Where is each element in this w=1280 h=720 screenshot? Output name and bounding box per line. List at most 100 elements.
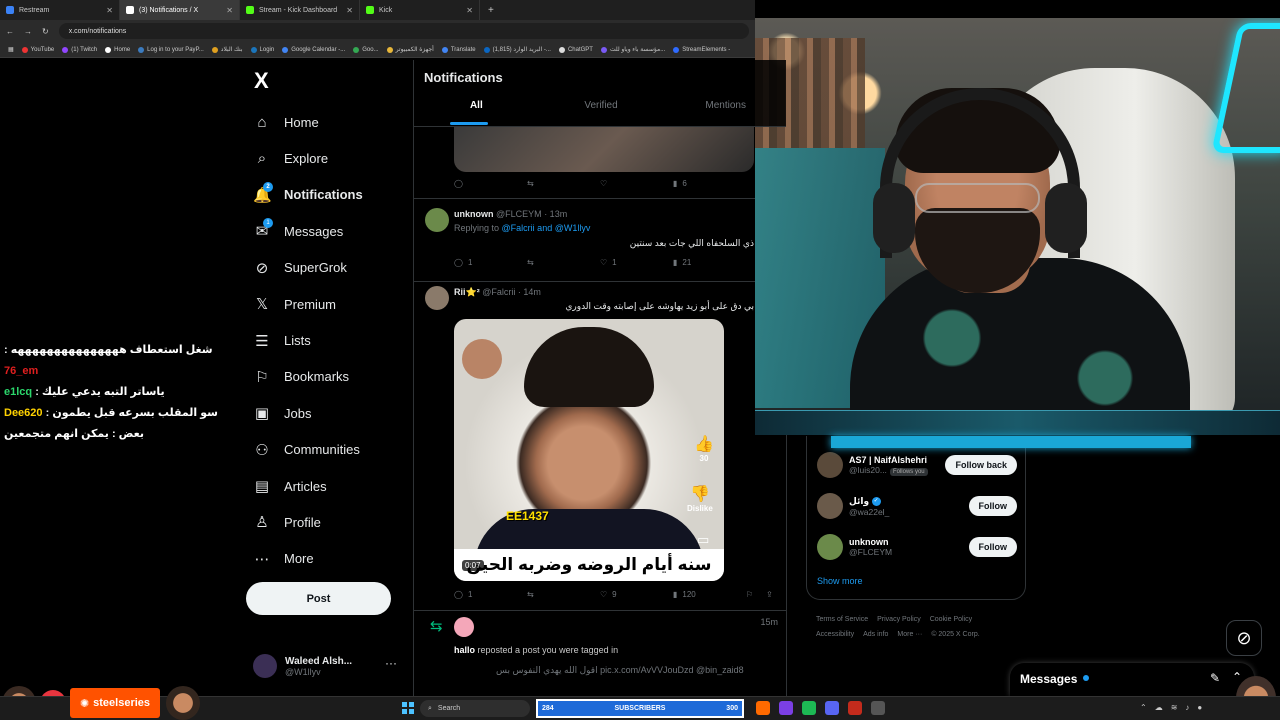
org-icon: [600, 46, 607, 53]
taskbar-search[interactable]: ⌕ Search: [420, 700, 530, 717]
browser-tab[interactable]: Restream ✕: [0, 0, 120, 20]
more-icon[interactable]: ···: [385, 656, 397, 670]
wifi-icon[interactable]: ≋: [1171, 703, 1178, 712]
follow-suggestion[interactable]: وائل ✓ @wa22el_ Follow: [817, 493, 1017, 519]
bookmark[interactable]: Goo...: [353, 46, 379, 53]
back-icon[interactable]: ←: [6, 27, 14, 36]
post-media[interactable]: [454, 127, 754, 172]
reload-icon[interactable]: ↻: [42, 27, 49, 36]
like-icon[interactable]: ♡ 9: [600, 590, 673, 599]
video-player[interactable]: EE1437 👍 30 👎 Dislike ▭ سنه أيام الروضه وض…: [454, 319, 724, 581]
repost-icon[interactable]: ⇆: [527, 179, 600, 188]
avatar[interactable]: [454, 617, 474, 637]
tab-all[interactable]: All: [414, 100, 539, 111]
follow-suggestion[interactable]: AS7 | NaifAlshehri @luis20... Follows you…: [817, 452, 1017, 478]
nav-profile[interactable]: ♙ Profile: [253, 504, 363, 540]
repost-icon[interactable]: ⇆: [527, 258, 600, 267]
close-icon[interactable]: ✕: [346, 6, 353, 15]
messages-drawer[interactable]: Messages ✎ ⌃: [1010, 663, 1254, 696]
x-logo-icon[interactable]: X: [254, 68, 269, 94]
bookmark[interactable]: بنك البلاد: [211, 46, 243, 53]
bookmark[interactable]: Login: [250, 46, 274, 53]
url-input[interactable]: x.com/notifications: [58, 23, 749, 39]
bookmark[interactable]: YouTube: [21, 46, 54, 53]
nav-lists[interactable]: ☰ Lists: [253, 322, 363, 358]
views-icon[interactable]: ▮ 6: [673, 179, 746, 188]
avatar[interactable]: [817, 493, 843, 519]
compose-message-icon[interactable]: ✎: [1210, 671, 1220, 685]
bookmark[interactable]: Google Calendar -...: [282, 46, 345, 53]
account-switcher[interactable]: Waleed Alsh... @W1llyv ···: [253, 654, 397, 678]
follow-button[interactable]: Follow: [968, 537, 1017, 557]
tab-mentions[interactable]: Mentions: [663, 100, 786, 111]
like-icon[interactable]: ♡: [600, 179, 673, 188]
nav-more[interactable]: ⋯ More: [253, 541, 363, 577]
close-icon[interactable]: ✕: [226, 6, 233, 15]
nav-articles[interactable]: ▤ Articles: [253, 468, 363, 504]
browser-tab[interactable]: Kick ✕: [360, 0, 480, 20]
avatar[interactable]: [425, 208, 449, 232]
headset: [1045, 183, 1087, 253]
browser-tab-active[interactable]: (3) Notifications / X ✕: [120, 0, 240, 20]
bookmark[interactable]: ChatGPT: [558, 46, 593, 53]
follow-suggestion[interactable]: unknown @FLCEYM Follow: [817, 534, 1017, 560]
nav-messages[interactable]: ✉ 1 Messages: [253, 213, 363, 249]
nav-bookmarks[interactable]: ⚐ Bookmarks: [253, 359, 363, 395]
avatar[interactable]: [817, 452, 843, 478]
app-icon[interactable]: [756, 701, 770, 715]
show-more-link[interactable]: Show more: [817, 576, 863, 586]
bookmark-icon: ⚐: [255, 368, 269, 386]
views-icon[interactable]: ▮ 21: [673, 258, 746, 267]
bookmark[interactable]: Translate: [441, 46, 476, 53]
reply-icon[interactable]: ◯: [454, 179, 527, 188]
chat-line: Dee620 : سو المقلب بسرعه قبل يطمون بعض :…: [4, 407, 218, 440]
bookmark[interactable]: StreamElements -: [673, 46, 730, 53]
views-icon[interactable]: ▮ 120: [673, 590, 746, 599]
chevron-up-icon[interactable]: ⌃: [1140, 703, 1147, 712]
tab-verified[interactable]: Verified: [539, 100, 664, 111]
app-icon[interactable]: [871, 701, 885, 715]
bookmark[interactable]: مؤسسة باء وياو للت...: [600, 46, 665, 53]
new-tab-icon[interactable]: +: [480, 5, 502, 16]
avatar[interactable]: [425, 286, 449, 310]
browser-tab-bar: Restream ✕ (3) Notifications / X ✕ Stream …: [0, 0, 755, 20]
nav-notifications[interactable]: 🔔 2 Notifications: [253, 177, 363, 213]
bookmark[interactable]: (1) Twitch: [62, 46, 97, 53]
nav-communities[interactable]: ⚇ Communities: [253, 432, 363, 468]
app-icon[interactable]: [848, 701, 862, 715]
bookmark-icon[interactable]: ⚐: [746, 590, 766, 599]
share-icon[interactable]: ⇪: [766, 590, 786, 599]
close-icon[interactable]: ✕: [466, 6, 473, 15]
mic-icon[interactable]: ●: [1197, 703, 1202, 712]
browser-tab[interactable]: Stream - Kick Dashboard ✕: [240, 0, 360, 20]
nav-explore[interactable]: ⌕ Explore: [253, 140, 363, 176]
bookmark[interactable]: (1,815) البريد الوارد -...: [483, 46, 551, 53]
grok-icon[interactable]: ⊘: [1226, 620, 1262, 656]
close-icon[interactable]: ✕: [106, 6, 113, 15]
avatar[interactable]: [817, 534, 843, 560]
post-actions: ◯ 1 ⇆ ♡ 9 ▮ 120 ⚐ ⇪: [454, 590, 786, 599]
volume-icon[interactable]: ♪: [1185, 703, 1189, 712]
windows-start-icon[interactable]: [402, 702, 414, 714]
repost-icon[interactable]: ⇆: [527, 590, 600, 599]
follow-back-button[interactable]: Follow back: [945, 455, 1017, 475]
forward-icon[interactable]: →: [24, 27, 32, 36]
nav-supergrok[interactable]: ⊘ SuperGrok: [253, 250, 363, 286]
discord-icon[interactable]: [825, 701, 839, 715]
post-button[interactable]: Post: [246, 582, 391, 615]
nav-premium[interactable]: 𝕏 Premium: [253, 286, 363, 322]
nav-jobs[interactable]: ▣ Jobs: [253, 395, 363, 431]
cloud-icon[interactable]: ☁: [1155, 703, 1163, 712]
bookmark[interactable]: Home: [105, 46, 130, 53]
nav-home[interactable]: ⌂ Home: [253, 104, 363, 140]
bookmark[interactable]: أجهزة الكمبيوتر: [386, 46, 434, 53]
reply-icon[interactable]: ◯ 1: [454, 258, 527, 267]
verified-icon: ✓: [871, 496, 881, 506]
like-icon[interactable]: ♡ 1: [600, 258, 673, 267]
app-icon[interactable]: [779, 701, 793, 715]
follow-button[interactable]: Follow: [968, 496, 1017, 516]
spotify-icon[interactable]: [802, 701, 816, 715]
apps-icon[interactable]: ▦: [8, 46, 14, 53]
bookmark[interactable]: Log in to your PayP...: [138, 46, 204, 53]
reply-icon[interactable]: ◯ 1: [454, 590, 527, 599]
